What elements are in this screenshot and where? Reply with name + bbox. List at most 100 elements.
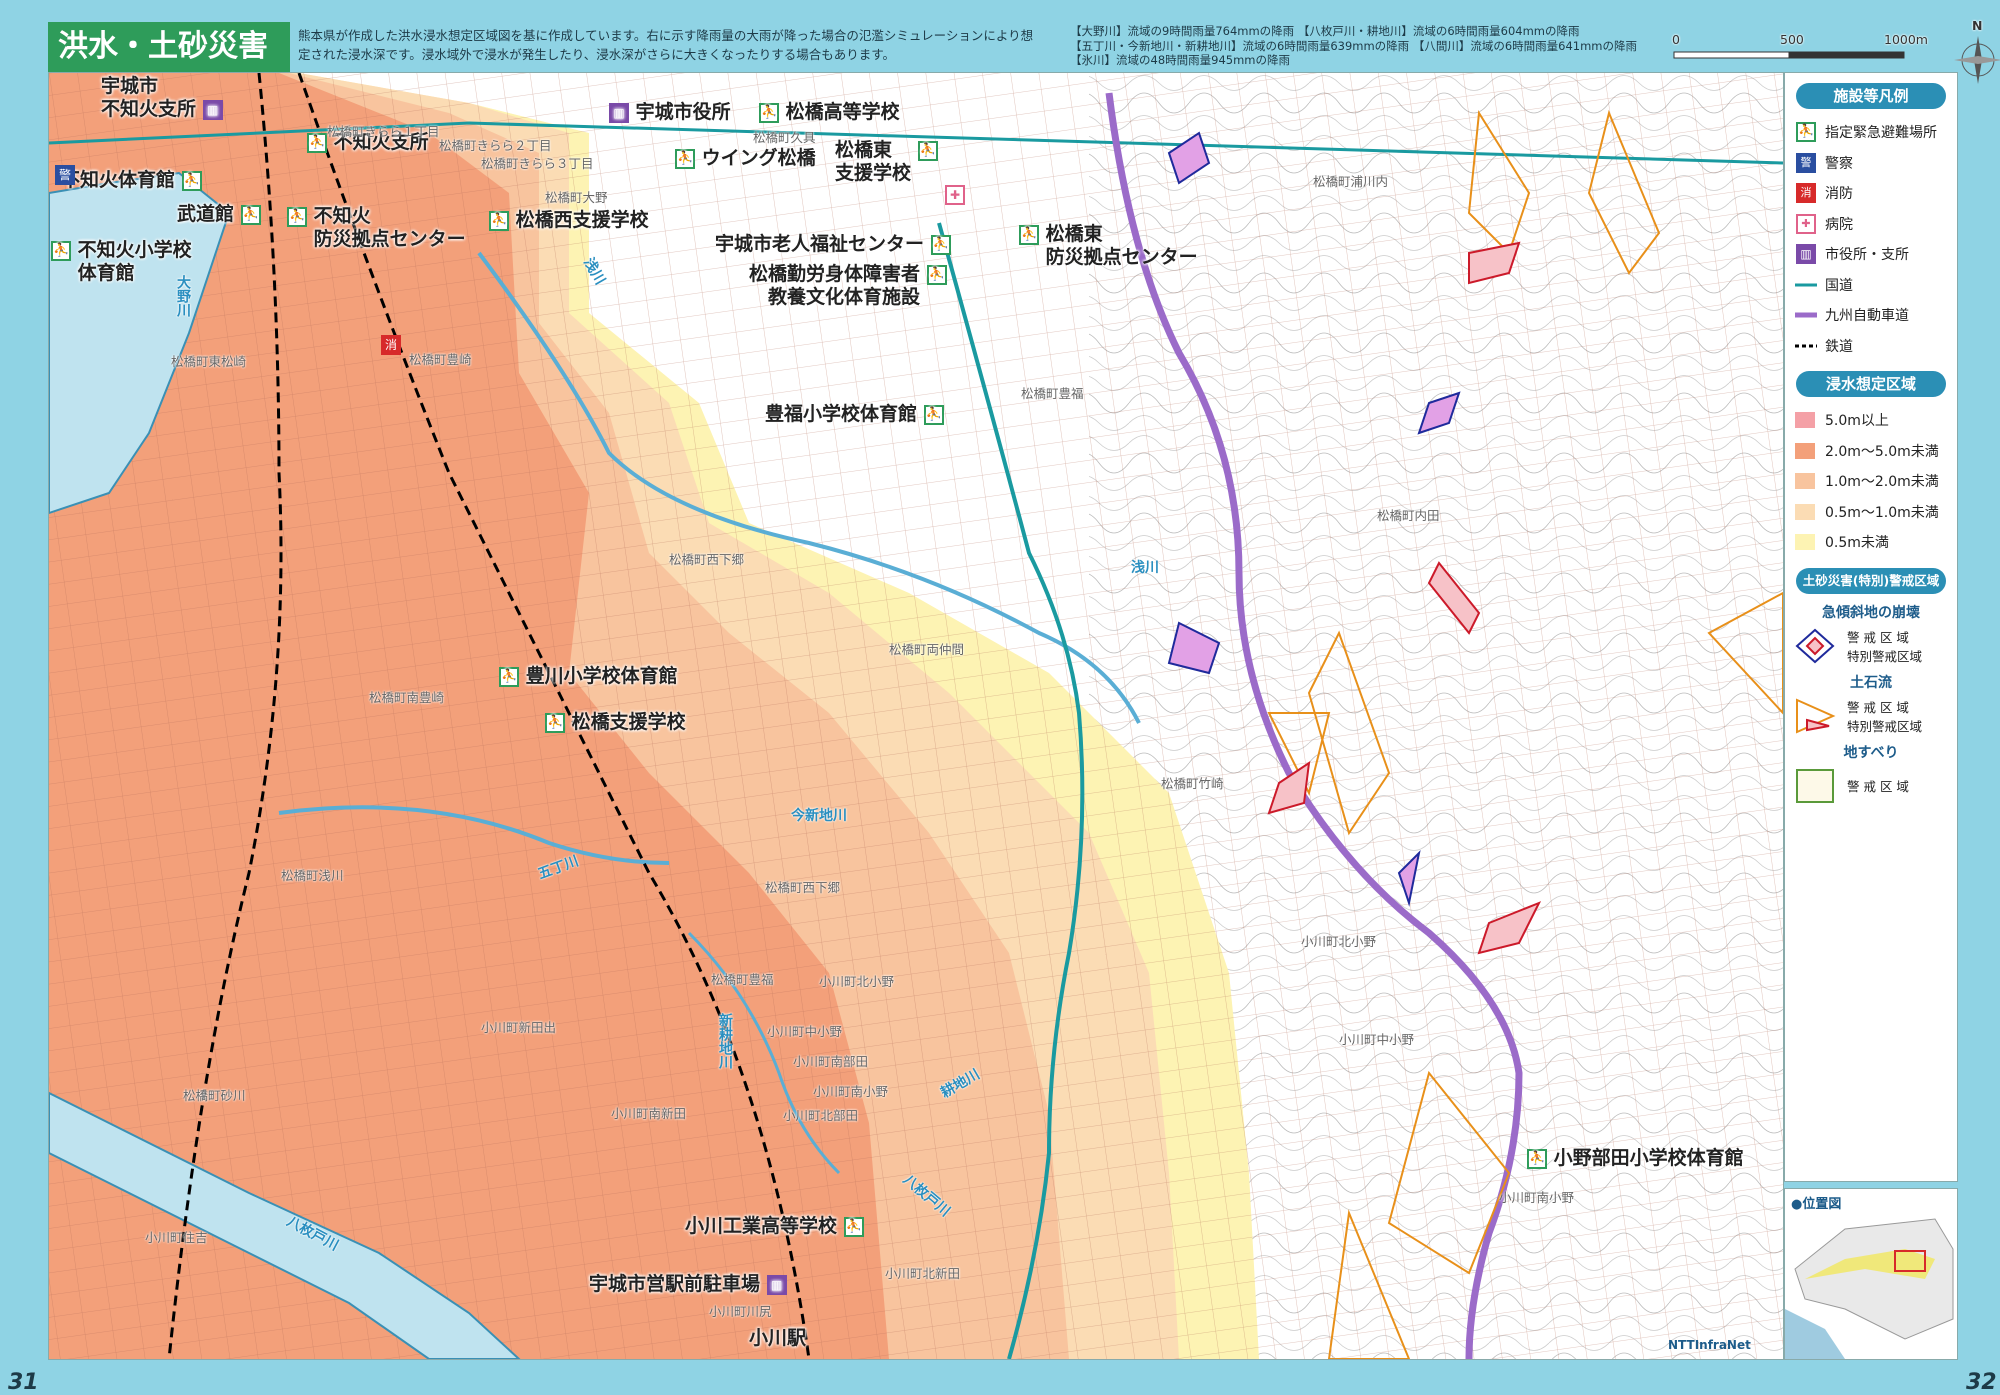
- flood-swatch: [1795, 503, 1815, 520]
- legend-label: 鉄道: [1825, 338, 1853, 355]
- landslide-warning: 警 戒 区 域: [1847, 779, 1909, 794]
- railway-line: [1795, 336, 1817, 356]
- place-name: 小川町中小野: [767, 1024, 843, 1039]
- facility-label: 宇城市役所: [635, 101, 731, 123]
- location-map-title: ●位置図: [1791, 1197, 1842, 1212]
- shelter-icon: ⛹: [923, 404, 944, 425]
- legend-label: 指定緊急避難場所: [1825, 125, 1937, 142]
- hospital-icon[interactable]: ✚: [945, 185, 965, 205]
- facility-wing-matsubase[interactable]: ⛹ ウイング松橋: [675, 147, 816, 170]
- legend-row-hospital: ✚ 病院: [1785, 209, 1957, 240]
- place-name: 松橋町豊福: [711, 972, 774, 987]
- expressway-line: [1795, 305, 1817, 325]
- facility-label: 武道館: [177, 203, 235, 225]
- facility-label: 小川工業高等学校: [685, 1215, 838, 1237]
- facility-label: 不知火 防災拠点センター: [313, 205, 466, 250]
- legend-label: 市役所・支所: [1825, 247, 1909, 264]
- facility-shiranui-elem-gym[interactable]: ⛹ 不知火小学校 体育館: [51, 239, 192, 285]
- legend-row-flood-2-5m: 2.0m～5.0m未満: [1785, 436, 1957, 467]
- flood-swatch: [1795, 534, 1815, 551]
- shelter-icon: ⛹: [930, 234, 951, 255]
- shelter-icon: ⛹: [1795, 122, 1817, 143]
- facility-onobeta-elem-gym[interactable]: ⛹ 小野部田小学校体育館: [1527, 1147, 1744, 1170]
- police-icon[interactable]: 警: [55, 165, 75, 185]
- shelter-icon: ⛹: [759, 102, 779, 123]
- legend-label: 5.0m以上: [1825, 413, 1889, 430]
- shelter-icon: ⛹: [1527, 1148, 1547, 1169]
- police-icon: 警: [1795, 152, 1817, 173]
- river-name: 新耕地川: [717, 1013, 733, 1069]
- facility-ogawa-station[interactable]: 小川駅: [749, 1327, 806, 1350]
- landslide-title: 地すべり: [1843, 744, 1899, 761]
- rainfall-line: 【五丁川・今新地川・新耕地川】流域の6時間雨量639mmの降雨 【八間川】流域の…: [1070, 38, 1637, 53]
- place-name: 小川町北部田: [783, 1108, 859, 1123]
- rainfall-conditions: 【大野川】流域の9時間雨量764mmの降雨 【八枚戸川・耕地川】流域の6時間雨量…: [1070, 24, 1650, 68]
- city-hall-icon: ▥: [609, 102, 629, 123]
- location-map: ●位置図: [1784, 1188, 1958, 1360]
- landslide-legend: 警 戒 区 域: [1785, 766, 1957, 806]
- place-name: 松橋町きらら３丁目: [481, 156, 594, 171]
- facility-elderly-welfare[interactable]: 宇城市老人福祉センター ⛹: [715, 233, 951, 256]
- city-hall-icon: ▥: [1795, 244, 1817, 265]
- facility-label: 宇城市老人福祉センター: [715, 233, 925, 255]
- flood-swatch: [1795, 412, 1815, 429]
- flood-legend-title: 浸水想定区域: [1796, 371, 1946, 397]
- facility-label: 松橋高等学校: [785, 101, 900, 123]
- location-map-canvas: [1785, 1218, 1954, 1359]
- national-road-line: [1795, 275, 1817, 295]
- steep-slope-title: 急傾斜地の崩壊: [1822, 604, 1920, 621]
- facility-matsubase-east-bousai[interactable]: ⛹ 松橋東 防災拠点センター: [1019, 223, 1198, 269]
- place-name: 松橋町西下郷: [765, 880, 841, 895]
- scale-label-1000: 1000m: [1884, 32, 1928, 47]
- flood-swatch: [1795, 473, 1815, 490]
- facility-matsubase-west-support[interactable]: ⛹ 松橋西支援学校: [489, 209, 649, 232]
- facility-workers-gym[interactable]: 松橋勤労身体障害者 教養文化体育施設 ⛹: [749, 263, 947, 309]
- place-name: 小川町住吉: [145, 1230, 208, 1245]
- place-name: 松橋町東松崎: [171, 354, 247, 369]
- legend-row-police: 警 警察: [1785, 148, 1957, 179]
- facility-ogawa-tech-high[interactable]: 小川工業高等学校 ⛹: [685, 1215, 864, 1238]
- facility-label: 小野部田小学校体育館: [1553, 1147, 1744, 1169]
- legend-label: 1.0m～2.0m未満: [1825, 474, 1939, 491]
- place-name: 小川町中小野: [1339, 1032, 1415, 1047]
- place-name: 松橋町竹崎: [1161, 776, 1224, 791]
- scale-label-500: 500: [1780, 32, 1804, 47]
- city-hall-icon: ▥: [766, 1274, 787, 1295]
- place-name: 松橋町浅川: [281, 868, 344, 883]
- facility-shiranui-gym[interactable]: 不知火体育館 ⛹: [61, 169, 202, 192]
- north-label: N: [1972, 18, 1983, 33]
- shelter-icon: ⛹: [287, 206, 307, 227]
- facility-toyokawa-elem-gym[interactable]: ⛹ 豊川小学校体育館: [499, 665, 678, 688]
- fire-station-icon: 消: [1795, 183, 1817, 204]
- hazard-map[interactable]: 宇城市 不知火支所 ▥ ⛹ 不知火支所 不知火体育館 ⛹ 武道館 ⛹ ⛹ 不知火…: [48, 72, 1784, 1360]
- legend-row-flood-5m: 5.0m以上: [1785, 405, 1957, 436]
- facility-label: 小川駅: [749, 1327, 807, 1349]
- facility-matsubase-support[interactable]: ⛹ 松橋支援学校: [545, 711, 686, 734]
- fire-station-icon[interactable]: 消: [381, 335, 401, 355]
- debris-flow-special: 特別警戒区域: [1847, 718, 1923, 734]
- legend-row-railway: 鉄道: [1785, 331, 1957, 362]
- facility-matsubase-east-support[interactable]: 松橋東 支援学校 ⛹: [835, 139, 938, 185]
- legend-label: 病院: [1825, 216, 1853, 233]
- place-name: 松橋町内田: [1377, 508, 1440, 523]
- shelter-icon: ⛹: [51, 240, 71, 261]
- facility-budokan[interactable]: 武道館 ⛹: [177, 203, 261, 226]
- facility-shiranui-bousai[interactable]: ⛹ 不知火 防災拠点センター: [287, 205, 466, 251]
- facility-uki-shiranui-branch[interactable]: 宇城市 不知火支所 ▥: [101, 75, 223, 121]
- place-name: 小川町南小野: [813, 1084, 889, 1099]
- facility-uki-city-hall[interactable]: ▥ 宇城市役所: [609, 101, 731, 124]
- scale-label-0: 0: [1672, 32, 1680, 47]
- place-name: 小川町新田出: [481, 1020, 557, 1035]
- legend-row-shelter: ⛹ 指定緊急避難場所: [1785, 117, 1957, 148]
- river-name: 浅川: [1131, 560, 1159, 576]
- rainfall-line: 【氷川】流域の48時間雨量945mmの降雨: [1070, 53, 1290, 67]
- facility-toyofuku-elem-gym[interactable]: 豊福小学校体育館 ⛹: [765, 403, 944, 426]
- facilities-legend-title: 施設等凡例: [1796, 83, 1946, 109]
- credit-text: NTTInfraNet: [1668, 1338, 1751, 1352]
- shelter-icon: ⛹: [181, 170, 202, 191]
- facility-miyanomae-parking[interactable]: 宇城市営駅前駐車場 ▥: [589, 1273, 787, 1296]
- title-text: 洪水・土砂災害: [58, 29, 268, 64]
- debris-flow-swatch: [1796, 697, 1836, 734]
- facility-label: 不知火体育館: [61, 169, 176, 191]
- facility-matsubase-high[interactable]: ⛹ 松橋高等学校: [759, 101, 900, 124]
